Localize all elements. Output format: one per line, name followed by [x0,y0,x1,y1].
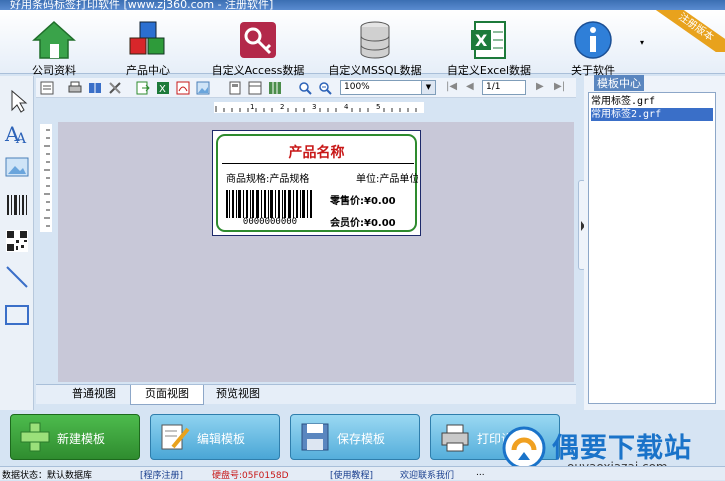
member-price-text[interactable]: 会员价:¥0.00 [330,214,396,229]
template-item[interactable]: 常用标签.grf [591,95,713,108]
company-info-button[interactable]: 公司资料 [18,16,90,77]
pdf-icon[interactable] [176,81,190,95]
barcode-image[interactable] [226,190,314,218]
label-frame: 产品名称 商品规格:产品规格 单位:产品单位 0000000000 零售价:¥0… [216,134,418,232]
main-toolbar: 公司资料 产品中心 自定义Access数据 自定义MSSQL数据 X 自定义Ex… [0,10,725,77]
house-icon [32,20,76,63]
edit-icon [159,421,191,453]
view-tabs: 普通视图 页面视图 预览视图 [36,384,576,405]
unit-text[interactable]: 单位:产品单位 [356,170,418,185]
image-tool-icon[interactable] [4,154,30,180]
database-icon [353,20,397,63]
watermark-logo-icon [502,426,546,470]
product-name-text[interactable]: 产品名称 [218,142,415,162]
status-bar: 数据状态：默认数据库 [程序注册] 硬盘号:05F0158D [使用教程] 欢迎… [0,466,725,481]
save-icon [299,421,331,453]
custom-access-button[interactable]: 自定义Access数据 [206,16,310,77]
svg-text:1: 1 [250,103,254,111]
excel-icon: X [467,20,511,63]
save-template-button[interactable]: 保存模板 [290,414,420,460]
line-tool-icon[interactable] [4,264,30,290]
printer-icon [439,421,471,453]
label-preview[interactable]: 产品名称 商品规格:产品规格 单位:产品单位 0000000000 零售价:¥0… [212,130,421,236]
product-center-button[interactable]: 产品中心 [112,16,184,77]
svg-text:2: 2 [280,103,284,111]
text-tool-icon[interactable]: AA [4,120,30,147]
tool-palette: AA [0,76,34,410]
register-link[interactable]: [程序注册] [140,468,183,481]
excel-export-icon[interactable]: X [156,81,170,95]
template-item-selected[interactable]: 常用标签2.grf [591,108,713,121]
tab-page-view[interactable]: 页面视图 [130,385,204,405]
toolbar-more-icon[interactable]: ▾ [640,38,644,47]
pointer-tool-icon[interactable] [4,88,30,114]
image-export-icon[interactable] [196,81,210,95]
properties-icon[interactable] [40,81,54,95]
zoom-select[interactable]: 100% ▼ [340,80,436,95]
barcode-tool-icon[interactable] [4,192,30,218]
divider-line [222,163,414,164]
new-template-button[interactable]: 新建模板 [10,414,140,460]
status-more: ... [476,468,485,478]
hardware-id-text: 硬盘号:05F0158D [212,471,289,481]
tab-preview-view[interactable]: 预览视图 [202,385,274,404]
vertical-ruler [40,124,52,232]
svg-text:5: 5 [376,103,380,111]
db-status-text: 数据状态：默认数据库 [2,471,93,481]
registered-ribbon: 注册版本 [655,10,725,52]
ruler-ticks: 1 2 3 4 5 [215,103,417,112]
zoom-in-icon[interactable] [298,81,312,95]
page-setup-icon[interactable] [228,81,242,95]
custom-excel-button[interactable]: X 自定义Excel数据 [440,16,538,77]
grid-icon[interactable] [268,81,282,95]
template-center-title: 模板中心 [594,75,644,91]
spec-text[interactable]: 商品规格:产品规格 [226,170,309,185]
tab-normal-view[interactable]: 普通视图 [58,385,130,404]
next-page-icon[interactable]: ▶ [536,81,550,95]
chevron-down-icon[interactable]: ▼ [421,81,435,94]
layout-icon[interactable] [248,81,262,95]
info-icon [571,20,615,63]
svg-text:A: A [15,131,27,146]
page-field[interactable]: 1/1 [482,80,526,95]
zoom-out-icon[interactable] [318,81,332,95]
rectangle-tool-icon[interactable] [4,302,30,328]
contact-link[interactable]: 欢迎联系我们 [400,468,454,481]
template-list[interactable]: 常用标签.grf 常用标签2.grf [588,92,716,404]
tools-icon[interactable] [108,81,122,95]
horizontal-ruler: 1 2 3 4 5 [214,102,424,113]
book-icon[interactable] [88,81,102,95]
svg-text:X: X [159,84,166,95]
prev-page-icon[interactable]: ◀ [466,81,480,95]
svg-text:X: X [475,31,488,50]
export-icon[interactable] [136,81,150,95]
plus-icon [19,421,51,453]
template-center-panel: 模板中心 常用标签.grf 常用标签2.grf [584,75,725,410]
edit-template-button[interactable]: 编辑模板 [150,414,280,460]
first-page-icon[interactable]: |◀ [446,81,460,95]
tutorial-link[interactable]: [使用教程] [330,468,373,481]
cubes-icon [126,20,170,63]
window-title: 好用条码标签打印软件 [www.zj360.com - 注册软件] [10,0,274,10]
custom-mssql-button[interactable]: 自定义MSSQL数据 [326,16,424,77]
retail-price-text[interactable]: 零售价:¥0.00 [330,192,396,207]
last-page-icon[interactable]: ▶| [554,81,568,95]
barcode-number: 0000000000 [242,217,298,227]
editor-toolbar: X 100% ▼ |◀ ◀ 1/1 ▶ ▶| [36,78,576,98]
print-icon[interactable] [68,81,82,95]
about-button[interactable]: 关于软件 [560,16,626,77]
qrcode-tool-icon[interactable] [4,228,30,254]
title-bar: 好用条码标签打印软件 [www.zj360.com - 注册软件] [0,0,725,10]
key-icon [236,20,280,63]
ruler-ticks-vertical [44,129,50,227]
svg-text:4: 4 [344,103,349,111]
svg-text:3: 3 [312,103,316,111]
